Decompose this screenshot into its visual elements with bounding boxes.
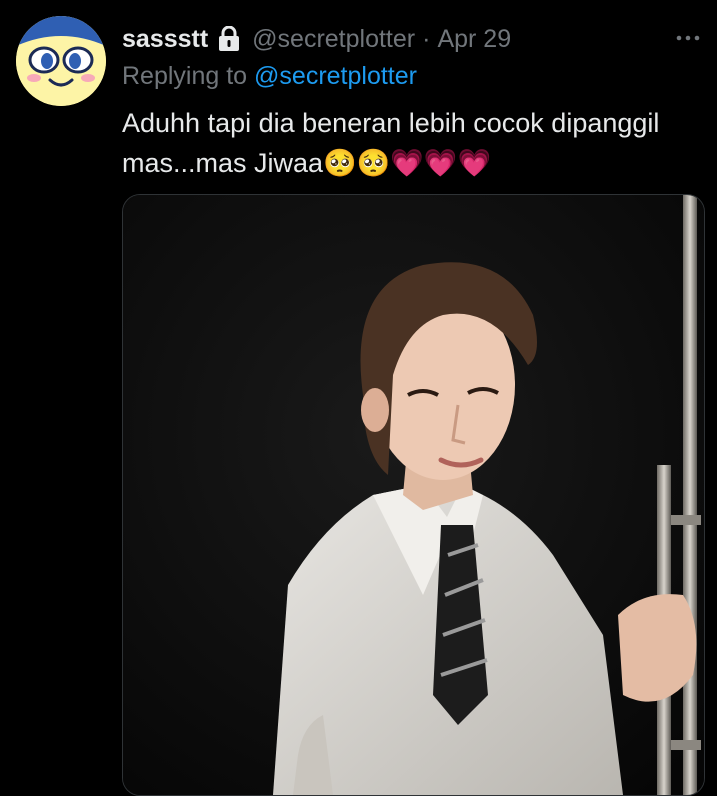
display-name[interactable]: sassstt — [122, 25, 208, 54]
lock-icon — [219, 26, 240, 51]
tweet-photo[interactable] — [122, 194, 705, 796]
more-horizontal-icon[interactable] — [673, 26, 703, 50]
separator-dot: · — [422, 24, 431, 53]
replying-to: Replying to @secretplotter — [122, 62, 417, 91]
tweet-date[interactable]: Apr 29 — [437, 25, 511, 54]
tweet-header: sassstt @secretplotter · Apr 29 — [122, 22, 511, 56]
replying-to-handle[interactable]: @secretplotter — [254, 62, 417, 90]
user-avatar[interactable] — [16, 16, 106, 106]
user-handle[interactable]: @secretplotter — [252, 25, 415, 54]
cartoon-face-icon — [16, 16, 106, 106]
replying-to-label: Replying to — [122, 62, 255, 90]
tweet[interactable]: sassstt @secretplotter · Apr 29 Replying… — [0, 0, 717, 796]
photo-image — [123, 195, 704, 795]
tweet-text: Aduhh tapi dia beneran lebih cocok dipan… — [122, 108, 660, 178]
